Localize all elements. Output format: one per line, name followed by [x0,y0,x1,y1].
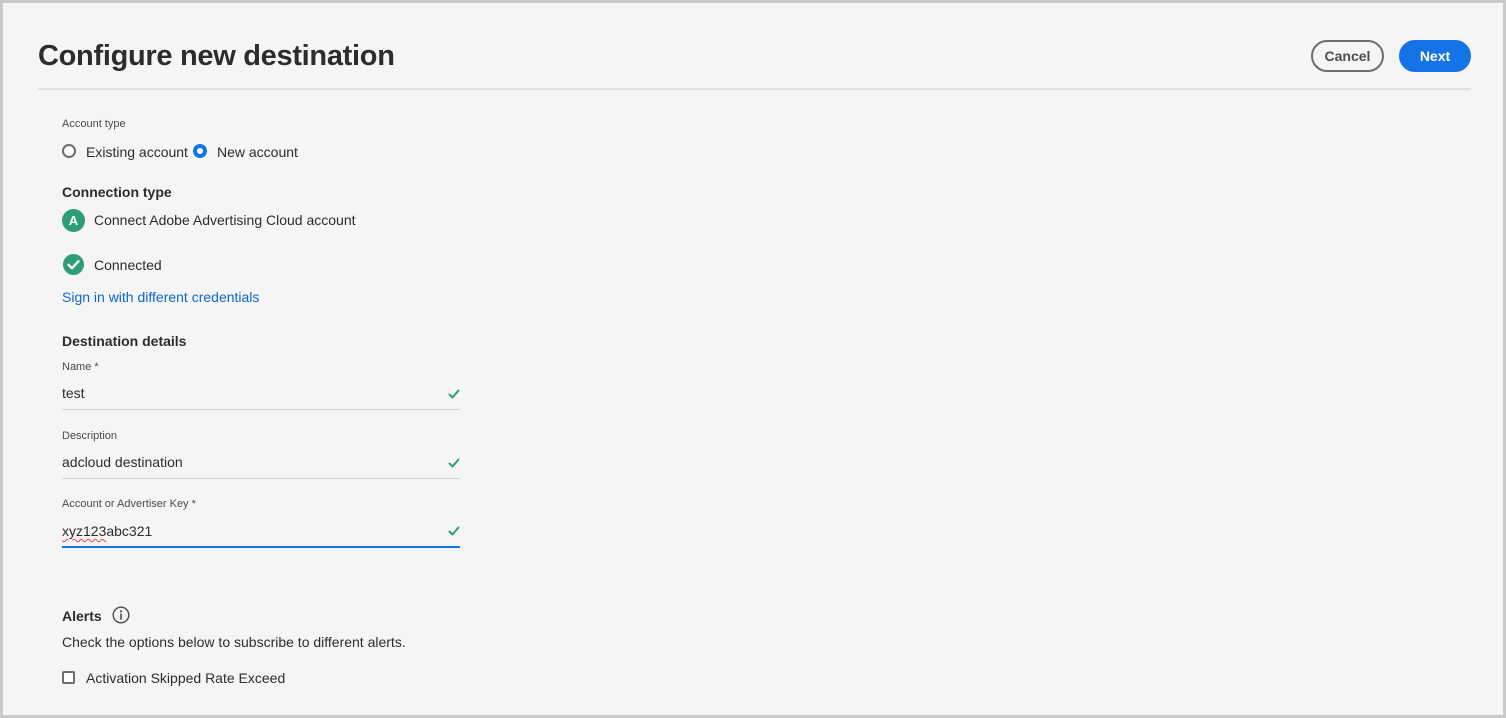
advertiser-key-value-rest: abc321 [106,523,153,539]
radio-new-account[interactable] [193,144,207,158]
destination-details-heading: Destination details [62,333,187,349]
alerts-heading: Alerts [62,608,102,624]
alerts-description: Check the options below to subscribe to … [62,634,406,650]
avatar-letter: A [68,213,79,228]
advertiser-key-input[interactable]: xyz123abc321 [62,523,152,539]
check-circle-icon [63,254,84,275]
spellcheck-underlined-text: xyz123 [62,523,107,539]
header-divider [38,88,1471,90]
account-type-label: Account type [62,118,126,130]
window-frame [0,0,1506,718]
radio-new-account-label[interactable]: New account [217,144,298,160]
connection-account-label: Connect Adobe Advertising Cloud account [94,212,356,228]
avatar: A [62,209,85,232]
sign-in-different-credentials-link[interactable]: Sign in with different credentials [62,289,259,305]
name-field-label: Name * [62,361,99,373]
name-field-underline [62,409,460,410]
next-button[interactable]: Next [1399,40,1471,72]
checkmark-icon [448,526,460,536]
info-icon[interactable] [112,606,130,624]
connection-status: Connected [94,257,162,273]
description-field-underline [62,478,460,479]
checkmark-icon [448,389,460,399]
name-label-text: Name [62,361,92,373]
description-input[interactable]: adcloud destination [62,454,183,470]
activation-skipped-checkbox[interactable] [62,671,75,684]
advertiser-key-field-underline [62,546,460,548]
radio-existing-account-label[interactable]: Existing account [86,144,188,160]
checkmark-icon [448,458,460,468]
radio-existing-account[interactable] [62,144,76,158]
name-input[interactable]: test [62,385,85,401]
page-title: Configure new destination [38,40,395,72]
activation-skipped-label[interactable]: Activation Skipped Rate Exceed [86,670,285,686]
advertiser-key-field-label: Account or Advertiser Key * [62,498,196,510]
advertiser-key-label-text: Account or Advertiser Key [62,498,189,510]
required-icon: * [94,361,99,373]
description-field-label: Description [62,430,118,442]
connection-type-heading: Connection type [62,184,172,200]
cancel-button[interactable]: Cancel [1311,40,1384,72]
required-icon: * [191,498,196,510]
